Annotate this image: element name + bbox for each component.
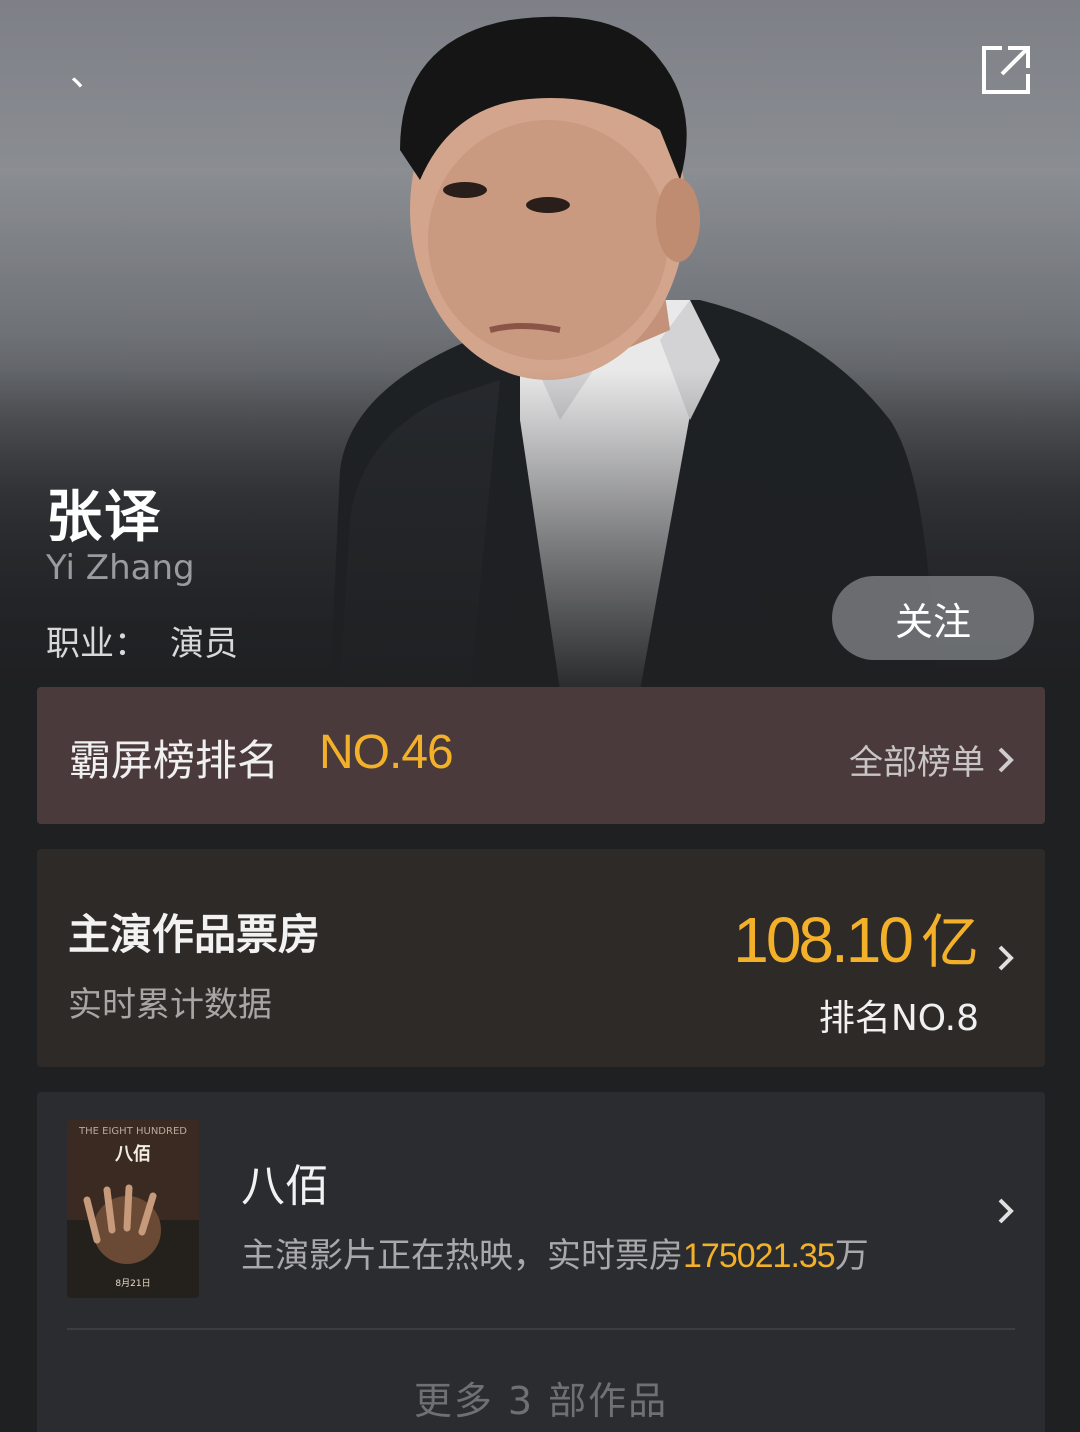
back-icon: 、 — [69, 53, 106, 94]
actor-occupation: 职业： 演员 — [46, 616, 238, 665]
movie-desc-prefix: 主演影片正在热映，实时票房 — [241, 1236, 683, 1276]
divider — [67, 1328, 1015, 1330]
works-card: THE EIGHT HUNDRED 八佰 8月21日 八佰 主演影片正在热映，实… — [37, 1092, 1045, 1432]
box-office-subtitle: 实时累计数据 — [68, 985, 272, 1025]
occupation-label: 职业： — [46, 624, 148, 664]
chevron-right-icon — [998, 747, 1014, 772]
box-office-unit: 亿 — [920, 910, 979, 975]
actor-english-name: Yi Zhang — [46, 548, 195, 588]
movie-title[interactable]: 八佰 — [241, 1150, 329, 1214]
chevron-right-icon[interactable] — [995, 1196, 1017, 1226]
box-office-number: 108.10 — [733, 904, 914, 976]
ranking-value: NO.46 — [319, 726, 454, 779]
all-rankings-label: 全部榜单 — [849, 743, 985, 783]
movie-poster[interactable]: THE EIGHT HUNDRED 八佰 8月21日 — [67, 1120, 199, 1298]
box-office-rank: 排名NO.8 — [818, 998, 979, 1039]
back-button[interactable]: 、 — [58, 56, 118, 116]
more-works-link[interactable]: 更多 3 部作品 — [37, 1370, 1045, 1425]
poster-date: 8月21日 — [115, 1278, 150, 1289]
screen-ranking-card[interactable]: 霸屏榜排名 NO.46 全部榜单 — [37, 687, 1045, 824]
ranking-title: 霸屏榜排名 — [69, 736, 280, 785]
all-rankings-link[interactable]: 全部榜单 — [849, 735, 1017, 784]
actor-profile-page: 、 张译 Yi Zhang 职业： 演员 关注 霸屏榜排名 NO.46 全部榜单 … — [0, 0, 1080, 1432]
box-office-card[interactable]: 主演作品票房 实时累计数据 108.10 亿 排名NO.8 — [37, 849, 1045, 1067]
movie-description: 主演影片正在热映，实时票房175021.35万 — [241, 1228, 869, 1277]
actor-name: 张译 — [46, 485, 162, 550]
occupation-value: 演员 — [170, 624, 238, 664]
movie-box-office: 175021.35 — [683, 1237, 836, 1275]
chevron-right-icon — [998, 945, 1014, 971]
movie-desc-suffix: 万 — [834, 1236, 869, 1276]
box-office-title: 主演作品票房 — [68, 910, 321, 959]
poster-title-en: THE EIGHT HUNDRED — [78, 1126, 187, 1137]
box-office-amount: 108.10 亿 — [733, 895, 979, 979]
share-icon[interactable] — [978, 42, 1034, 98]
hero-header: 、 张译 Yi Zhang 职业： 演员 关注 — [0, 0, 1080, 690]
poster-title-cn: 八佰 — [115, 1143, 151, 1165]
follow-button[interactable]: 关注 — [832, 576, 1034, 660]
